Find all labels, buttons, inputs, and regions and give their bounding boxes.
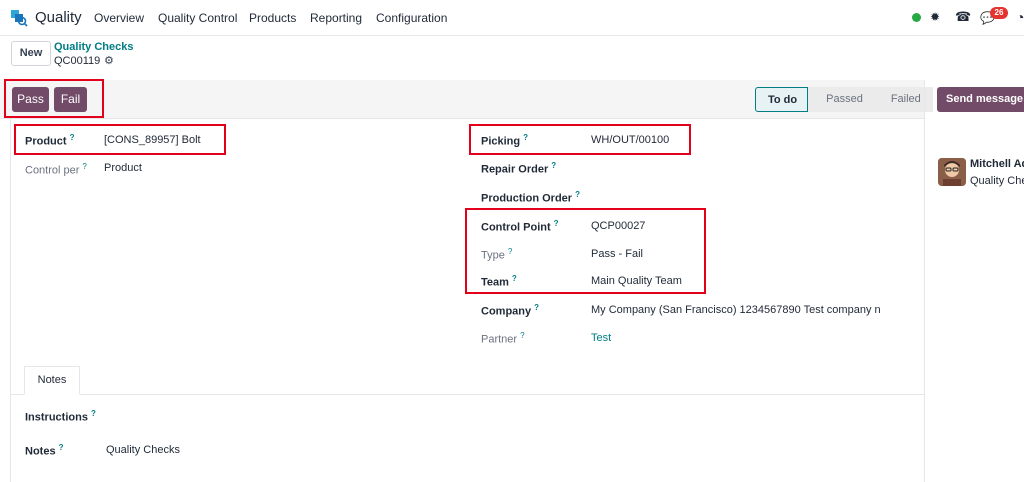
menu-overview[interactable]: Overview xyxy=(94,11,144,25)
stage-progress: To do Passed Failed xyxy=(755,87,933,112)
breadcrumb-current: QC00119 xyxy=(54,55,101,67)
chatter-divider xyxy=(924,80,925,482)
highlight-box-picking xyxy=(469,124,691,155)
bug-icon[interactable]: ✹ xyxy=(930,10,940,24)
help-icon[interactable]: ? xyxy=(551,161,556,170)
stage-passed[interactable]: Passed xyxy=(808,87,873,112)
help-icon[interactable]: ? xyxy=(82,162,86,171)
help-icon[interactable]: ? xyxy=(534,303,539,312)
clock-icon[interactable]: ◔ xyxy=(1016,9,1024,25)
new-button[interactable]: New xyxy=(11,41,51,66)
chatter-message: Quality Che xyxy=(970,175,1024,187)
notes-field[interactable]: Quality Checks xyxy=(106,444,180,456)
help-icon[interactable]: ? xyxy=(59,443,64,452)
form-sheet xyxy=(10,119,925,482)
phone-icon[interactable]: ☎ xyxy=(955,9,971,25)
avatar-image xyxy=(938,158,966,186)
partner-field[interactable]: Test xyxy=(591,332,611,344)
notebook-tabs-line xyxy=(10,394,925,395)
tab-notes[interactable]: Notes xyxy=(24,366,80,395)
avatar xyxy=(938,158,966,186)
company-field[interactable]: My Company (San Francisco) 1234567890 Te… xyxy=(591,304,881,316)
chat-badge: 26 xyxy=(990,7,1008,19)
help-icon[interactable]: ? xyxy=(91,409,96,418)
help-icon[interactable]: ? xyxy=(575,190,580,199)
control-per-field[interactable]: Product xyxy=(104,162,142,174)
menu-products[interactable]: Products xyxy=(249,11,296,25)
menu-reporting[interactable]: Reporting xyxy=(310,11,362,25)
repair-order-label: Repair Order? xyxy=(481,161,557,176)
highlight-box-actions xyxy=(4,79,104,118)
highlight-box-control-point xyxy=(465,208,706,294)
gear-icon[interactable]: ⚙ xyxy=(104,54,114,67)
partner-label: Partner? xyxy=(481,331,525,346)
app-name[interactable]: Quality xyxy=(35,9,82,26)
stage-to-do[interactable]: To do xyxy=(755,87,809,112)
breadcrumb-parent[interactable]: Quality Checks xyxy=(54,41,133,53)
production-order-label: Production Order? xyxy=(481,190,580,205)
control-per-label: Control per? xyxy=(25,162,87,177)
quality-app-icon[interactable] xyxy=(10,9,28,27)
notes-label: Notes? xyxy=(25,443,64,458)
menu-quality-control[interactable]: Quality Control xyxy=(158,11,237,25)
send-message-button[interactable]: Send message xyxy=(937,87,1024,112)
highlight-box-product xyxy=(14,124,226,155)
menu-configuration[interactable]: Configuration xyxy=(376,11,447,25)
help-icon[interactable]: ? xyxy=(520,331,524,340)
top-navbar: Quality Overview Quality Control Product… xyxy=(0,0,1024,36)
chatter-author[interactable]: Mitchell Ad xyxy=(970,158,1024,170)
company-label: Company? xyxy=(481,303,540,318)
instructions-label: Instructions? xyxy=(25,409,96,424)
presence-status-icon xyxy=(912,13,921,22)
